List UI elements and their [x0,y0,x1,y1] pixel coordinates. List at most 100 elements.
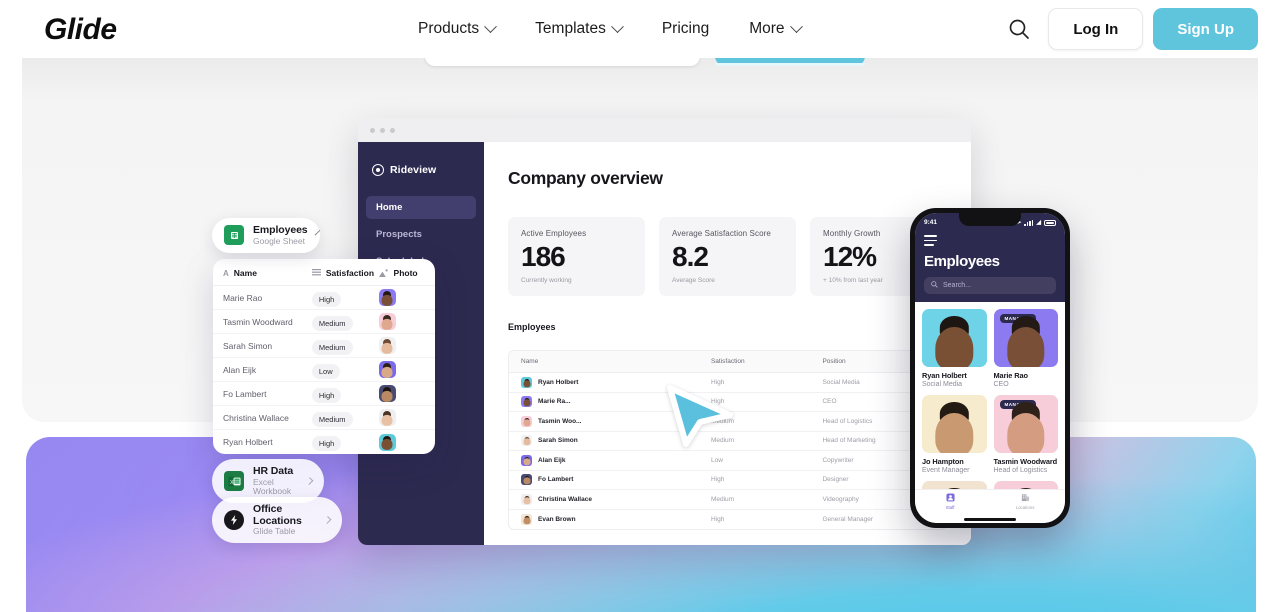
cell-name: Tasmin Woodward [223,316,293,327]
phone-notch [959,213,1021,226]
phone-tab-bar: Staff Locations [915,489,1065,515]
avatar [521,415,532,427]
data-card-row[interactable]: Fo Lambert High [213,382,435,406]
image-type-icon [378,269,389,277]
data-column-label: Satisfaction [325,268,375,278]
stat-sub: Average Score [672,277,715,284]
phone-card-list: Ryan HolbertSocial MediaMANAGERMarie Rao… [915,301,1065,489]
column-header-name: Name [521,358,539,365]
sidebar-item-prospects[interactable]: Prospects [366,223,476,246]
window-maximize-dot[interactable] [390,127,395,133]
window-minimize-dot[interactable] [380,127,385,133]
cell-photo [378,385,425,402]
search-button[interactable] [996,0,1042,58]
svg-text:X: X [230,480,234,486]
phone-employee-card[interactable] [922,480,987,489]
avatar [521,435,532,447]
cell-satisfaction: Low [710,456,723,464]
avatar [521,396,532,408]
chevron-right-icon[interactable] [323,516,332,525]
battery-icon [1044,219,1056,226]
cell-satisfaction: Medium [311,313,379,331]
employee-photo [922,394,987,453]
table-row[interactable]: Fo Lambert High Designer [509,471,946,490]
phone-search-input[interactable]: Search... [924,276,1056,294]
phone-employee-card[interactable]: MANAGER Tasmin WoodwardHead of Logistics [993,394,1058,474]
table-row[interactable]: Christina Wallace Medium Videography [509,490,946,510]
google-sheets-icon [224,225,244,246]
phone-screen: 9:41 ➤ ◢ Employees Search... Ryan Holber… [915,213,1065,523]
phone-tab-locations[interactable]: Locations [1016,493,1034,510]
phone-employee-card[interactable] [993,480,1058,489]
phone-card-grid: Ryan HolbertSocial MediaMANAGERMarie Rao… [922,308,1058,489]
building-icon [1021,493,1030,503]
column-header-satisfaction: Satisfaction [710,358,745,365]
rideview-logo-icon [372,164,384,176]
signup-button[interactable]: Sign Up [1153,8,1258,50]
nav-item-templates[interactable]: Templates [515,0,642,58]
glide-logo[interactable]: Glide [44,13,117,47]
cell-photo [378,433,425,451]
data-card-row[interactable]: Alan Eijk Low [213,358,435,382]
data-source-table-card: A Name Satisfaction Photo Marie Rao High T… [213,259,435,454]
cell-name: Evan Brown [521,513,711,525]
data-card-row[interactable]: Marie Rao High [213,286,435,310]
primary-nav: Products Templates Pricing More [418,0,821,58]
nav-item-label: Pricing [661,20,710,37]
satisfaction-badge: High [311,291,342,307]
hamburger-menu-icon[interactable] [924,235,937,246]
cell-name: Alan Eijk [521,454,711,466]
avatar [378,337,396,354]
source-pill-office-locations[interactable]: Office Locations Glide Table [212,497,342,544]
phone-employee-card[interactable]: MANAGER Marie RaoCEO [993,308,1058,388]
employee-name: Jo Hampton [922,456,964,466]
data-card-row[interactable]: Ryan Holbert High [213,430,435,454]
cutoff-input-pill[interactable] [425,58,700,66]
person-icon [945,493,955,503]
data-card-row[interactable]: Christina Wallace Medium [213,406,435,430]
stat-value: 8.2 [672,241,709,272]
data-card-row[interactable]: Sarah Simon Medium [213,334,435,358]
cell-name: Christina Wallace [521,493,711,505]
glide-icon [224,510,244,531]
stat-card-satisfaction: Average Satisfaction Score 8.2 Average S… [659,217,796,296]
table-row[interactable]: Alan Eijk Low Copywriter [509,451,946,471]
satisfaction-badge: Medium [311,315,353,331]
data-column-satisfaction[interactable]: Satisfaction [311,268,379,278]
avatar [378,289,396,306]
app-main-content: Company overview Active Employees 186 Cu… [484,142,971,545]
phone-tab-staff[interactable]: Staff [946,493,955,510]
phone-employee-card[interactable]: Ryan Holbert Social Media [922,308,987,388]
table-row[interactable]: Evan Brown High General Manager [509,510,946,530]
nav-item-products[interactable]: Products [418,0,515,58]
sidebar-item-home[interactable]: Home [366,196,476,219]
source-pill-text: HR Data Excel Workbook [253,465,298,496]
source-pill-subtitle: Glide Table [253,526,296,537]
avatar [521,454,532,466]
phone-employee-card[interactable]: Jo Hampton Event Manager [922,394,987,474]
cell-satisfaction: High [311,289,379,307]
window-close-dot[interactable] [370,127,375,133]
login-button[interactable]: Log In [1048,8,1144,50]
nav-item-more[interactable]: More [729,0,820,58]
data-card-body: Marie Rao High Tasmin Woodward Medium Sarah … [213,286,435,454]
avatar [521,376,532,388]
browser-titlebar [358,118,971,142]
cell-satisfaction: Medium [311,337,379,355]
search-icon [931,281,938,290]
chevron-right-icon[interactable] [305,477,314,485]
cell-name-text: Tasmin Woo... [538,417,582,425]
nav-actions: Log In Sign Up [996,0,1258,58]
cell-photo [378,409,425,426]
data-column-photo[interactable]: Photo [378,268,425,278]
chevron-down-icon[interactable] [314,229,320,236]
source-pill-employees[interactable]: Employees Google Sheet [212,218,320,253]
cutoff-cta-pill[interactable] [715,58,865,66]
nav-item-label: Products [418,20,480,37]
data-column-name[interactable]: A Name [223,268,312,278]
nav-item-pricing[interactable]: Pricing [642,0,729,58]
employee-name: Tasmin Woodward [993,456,1058,466]
cell-photo [378,313,425,330]
stat-value: 186 [521,241,566,272]
data-card-row[interactable]: Tasmin Woodward Medium [213,310,435,334]
